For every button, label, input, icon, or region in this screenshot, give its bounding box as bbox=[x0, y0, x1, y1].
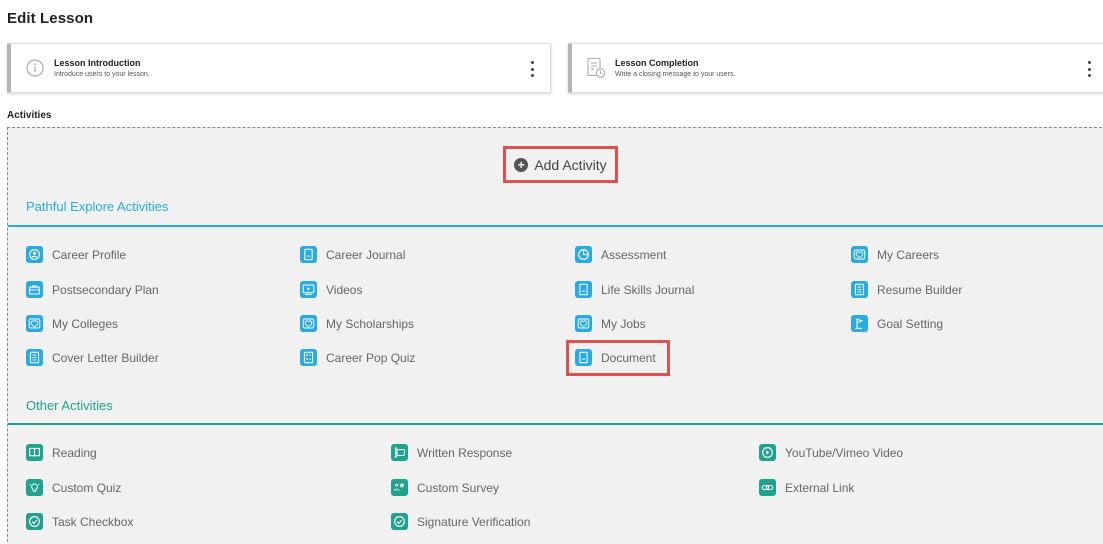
other-activity-custom-survey[interactable]: Custom Survey bbox=[391, 479, 499, 496]
flag-icon bbox=[851, 315, 868, 332]
activity-label: Career Profile bbox=[52, 247, 127, 262]
explore-activity-career-pop-quiz[interactable]: Career Pop Quiz bbox=[300, 349, 415, 366]
activity-label: YouTube/Vimeo Video bbox=[785, 445, 904, 460]
activities-dropzone bbox=[7, 127, 1103, 544]
activity-label: My Jobs bbox=[601, 316, 646, 331]
explore-divider bbox=[8, 225, 1103, 227]
document-icon bbox=[26, 349, 43, 366]
activity-label: Cover Letter Builder bbox=[52, 350, 159, 365]
heart-icon bbox=[300, 315, 317, 332]
activity-label: Life Skills Journal bbox=[601, 282, 695, 297]
info-icon bbox=[26, 59, 44, 77]
activity-label: Task Checkbox bbox=[52, 514, 134, 529]
lesson-introduction-card[interactable]: Lesson Introduction Introduce users to y… bbox=[7, 43, 551, 93]
add-activity-label: Add Activity bbox=[534, 156, 607, 173]
explore-activities-heading: Pathful Explore Activities bbox=[26, 199, 169, 214]
document-clock-icon bbox=[587, 57, 606, 78]
explore-activity-my-jobs[interactable]: My Jobs bbox=[575, 315, 646, 332]
journal-icon bbox=[300, 246, 317, 263]
other-activity-task-checkbox[interactable]: Task Checkbox bbox=[26, 513, 133, 530]
other-activity-external-link[interactable]: External Link bbox=[759, 479, 854, 496]
explore-activity-postsecondary-plan[interactable]: Postsecondary Plan bbox=[26, 281, 159, 298]
other-activity-reading[interactable]: Reading bbox=[26, 444, 97, 461]
lesson-completion-card[interactable]: Lesson Completion Write a closing messag… bbox=[568, 43, 1103, 93]
document-icon bbox=[851, 281, 868, 298]
explore-activity-career-profile[interactable]: Career Profile bbox=[26, 246, 126, 263]
add-activity-button[interactable]: + Add Activity bbox=[503, 146, 618, 183]
explore-activity-resume-builder[interactable]: Resume Builder bbox=[851, 281, 962, 298]
journal-icon bbox=[575, 349, 592, 366]
explore-activity-my-careers[interactable]: My Careers bbox=[851, 246, 939, 263]
explore-activity-goal-setting[interactable]: Goal Setting bbox=[851, 315, 943, 332]
explore-activity-videos[interactable]: Videos bbox=[300, 281, 362, 298]
heart-icon bbox=[575, 315, 592, 332]
card-subtitle: Introduce users to your lesson. bbox=[54, 71, 150, 78]
plus-circle-icon: + bbox=[514, 157, 529, 172]
video-icon bbox=[300, 281, 317, 298]
card-title: Lesson Introduction bbox=[54, 58, 141, 68]
activity-label: Reading bbox=[52, 445, 97, 460]
activity-label: Goal Setting bbox=[877, 316, 944, 331]
play-icon bbox=[759, 444, 776, 461]
other-activity-custom-quiz[interactable]: Custom Quiz bbox=[26, 479, 121, 496]
activity-label: Document bbox=[601, 350, 656, 365]
pie-chart-icon bbox=[575, 246, 592, 263]
activity-label: External Link bbox=[785, 480, 855, 495]
lightbulb-icon bbox=[26, 479, 43, 496]
other-activity-written-response[interactable]: Written Response bbox=[391, 444, 512, 461]
check-circle-icon bbox=[391, 513, 408, 530]
activity-label: My Colleges bbox=[52, 316, 119, 331]
briefcase-icon bbox=[26, 281, 43, 298]
more-options-icon[interactable] bbox=[1087, 61, 1091, 77]
person-badge-icon bbox=[26, 246, 43, 263]
explore-activity-assessment[interactable]: Assessment bbox=[575, 246, 666, 263]
book-icon bbox=[26, 444, 43, 461]
activity-label: My Careers bbox=[877, 247, 940, 262]
check-circle-icon bbox=[26, 513, 43, 530]
activity-label: Signature Verification bbox=[417, 514, 531, 529]
card-title: Lesson Completion bbox=[615, 58, 699, 68]
explore-activity-cover-letter-builder[interactable]: Cover Letter Builder bbox=[26, 349, 159, 366]
activity-label: Career Journal bbox=[326, 247, 406, 262]
explore-activity-my-scholarships[interactable]: My Scholarships bbox=[300, 315, 414, 332]
other-divider bbox=[8, 423, 1103, 425]
activity-label: My Scholarships bbox=[326, 316, 415, 331]
activity-label: Assessment bbox=[601, 247, 667, 262]
journal-icon bbox=[575, 281, 592, 298]
heart-icon bbox=[851, 246, 868, 263]
text-cursor-icon bbox=[391, 444, 408, 461]
activity-label: Custom Quiz bbox=[52, 480, 122, 495]
survey-icon bbox=[391, 479, 408, 496]
other-activity-youtube-vimeo-video[interactable]: YouTube/Vimeo Video bbox=[759, 444, 903, 461]
activity-label: Resume Builder bbox=[877, 282, 963, 297]
activity-label: Videos bbox=[326, 282, 363, 297]
activity-label: Written Response bbox=[417, 445, 513, 460]
quiz-icon bbox=[300, 349, 317, 366]
other-activity-signature-verification[interactable]: Signature Verification bbox=[391, 513, 530, 530]
activity-label: Custom Survey bbox=[417, 480, 500, 495]
explore-activity-career-journal[interactable]: Career Journal bbox=[300, 246, 405, 263]
activities-label: Activities bbox=[7, 110, 52, 121]
card-subtitle: Write a closing message to your users. bbox=[615, 71, 736, 78]
more-options-icon[interactable] bbox=[530, 61, 534, 77]
other-activities-heading: Other Activities bbox=[26, 398, 113, 413]
page-title: Edit Lesson bbox=[7, 10, 94, 27]
activity-label: Career Pop Quiz bbox=[326, 350, 416, 365]
explore-activity-life-skills-journal[interactable]: Life Skills Journal bbox=[575, 281, 694, 298]
explore-activity-document[interactable]: Document bbox=[575, 349, 656, 366]
activity-label: Postsecondary Plan bbox=[52, 282, 159, 297]
link-icon bbox=[759, 479, 776, 496]
explore-activity-my-colleges[interactable]: My Colleges bbox=[26, 315, 118, 332]
heart-icon bbox=[26, 315, 43, 332]
